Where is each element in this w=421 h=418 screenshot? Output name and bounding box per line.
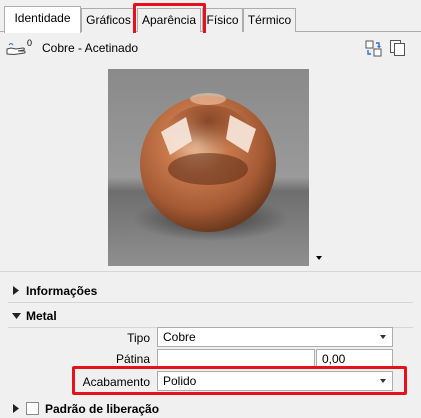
tab-graficos[interactable]: Gráficos [81, 8, 136, 32]
expand-right-icon [13, 286, 19, 295]
section-padrao-label: Padrão de liberação [45, 402, 160, 416]
section-metal-label: Metal [26, 309, 57, 323]
replace-icon[interactable] [365, 40, 382, 60]
section-metal[interactable]: Metal [0, 303, 421, 329]
material-header: 0 Cobre - Acetinado [0, 33, 421, 63]
appearance-preview-area [0, 63, 421, 272]
tab-termico[interactable]: Térmico [243, 8, 296, 32]
duplicate-icon[interactable] [389, 39, 406, 60]
patina-label: Pátina [115, 352, 150, 366]
patina-field[interactable] [157, 349, 315, 369]
tab-fisico[interactable]: Físico [202, 8, 243, 32]
material-name: Cobre - Acetinado [42, 41, 139, 55]
tab-identidade[interactable]: Identidade [4, 6, 81, 33]
tipo-select[interactable]: Cobre [157, 327, 393, 347]
triangle-down-icon[interactable] [316, 256, 322, 260]
acabamento-value: Polido [163, 374, 197, 388]
acabamento-select[interactable]: Polido [157, 371, 393, 391]
padrao-checkbox[interactable] [26, 402, 39, 415]
section-padrao-liberacao[interactable]: Padrão de liberação [0, 396, 421, 418]
patina-amount-field[interactable]: 0,00 [316, 349, 393, 369]
tipo-label: Tipo [127, 331, 150, 345]
section-informacoes[interactable]: Informações [0, 278, 421, 304]
tab-bar: Identidade Gráficos Aparência Físico Tér… [0, 0, 421, 33]
expand-down-icon [12, 313, 21, 319]
acabamento-label: Acabamento [82, 375, 150, 389]
chevron-down-icon [380, 379, 386, 383]
hand-material-icon [6, 42, 28, 59]
chevron-down-icon [380, 335, 386, 339]
tab-aparencia[interactable]: Aparência [137, 8, 201, 32]
material-count: 0 [27, 38, 33, 48]
section-informacoes-label: Informações [26, 284, 98, 298]
tipo-value: Cobre [163, 330, 196, 344]
expand-right-icon [13, 404, 19, 413]
material-preview-image [108, 69, 309, 266]
patina-amount-value: 0,00 [322, 352, 346, 366]
